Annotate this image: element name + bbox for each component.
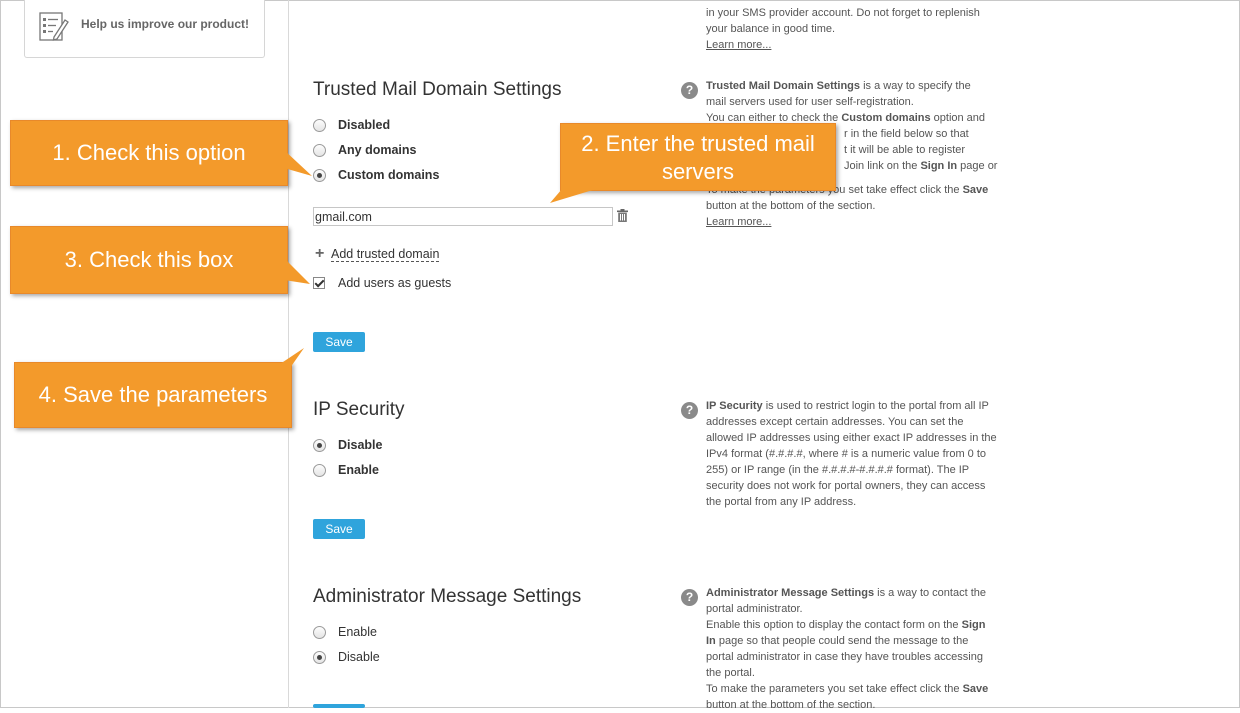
- help-line: security does not work for portal owners…: [706, 480, 986, 492]
- add-guests-option[interactable]: Add users as guests: [313, 276, 451, 290]
- radio-label: Custom domains: [338, 168, 440, 182]
- help-strong: Save: [962, 683, 989, 695]
- callout-text: 1. Check this option: [52, 140, 246, 165]
- help-text-span: is a way to contact the: [874, 587, 986, 599]
- callout-tail: [280, 348, 304, 368]
- help-icon: ?: [681, 82, 698, 99]
- radio-admin-disable[interactable]: Disable: [313, 649, 380, 665]
- sms-learn-more-link[interactable]: Learn more...: [706, 39, 771, 51]
- callout-check-box: 3. Check this box: [10, 226, 288, 294]
- admin-message-help-text: Administrator Message Settings is a way …: [706, 585, 1011, 713]
- help-strong: Save: [962, 184, 989, 196]
- radio-button[interactable]: [313, 650, 326, 664]
- callout-tail: [284, 258, 310, 284]
- trusted-domain-title: Trusted Mail Domain Settings: [313, 79, 562, 100]
- radio-label: Disabled: [338, 118, 391, 132]
- help-text-span: Join link on the: [844, 160, 921, 172]
- callout-tail: [284, 150, 312, 176]
- help-strong: Administrator Message Settings: [706, 587, 875, 599]
- trusted-domain-input[interactable]: [313, 207, 613, 226]
- help-line: 255) or IP range (in the #.#.#.#-#.#.#.#…: [706, 464, 970, 476]
- help-strong: Sign In: [920, 160, 958, 172]
- radio-button[interactable]: [313, 143, 326, 157]
- callout-check-option: 1. Check this option: [10, 120, 288, 186]
- radio-disabled[interactable]: Disabled: [313, 117, 390, 133]
- help-line: portal administrator in case they have t…: [706, 651, 983, 663]
- radio-label: Any domains: [338, 143, 417, 157]
- help-strong: IP Security: [706, 400, 763, 412]
- help-line: portal administrator.: [706, 603, 803, 615]
- help-line: button at the bottom of the section.: [706, 200, 876, 212]
- help-text-span: page or: [957, 160, 998, 172]
- add-trusted-domain-label: Add trusted domain: [331, 246, 440, 262]
- help-text-span: is used to restrict login to the portal …: [762, 400, 989, 412]
- trusted-domain-learn-more-link[interactable]: Learn more...: [706, 216, 771, 228]
- sms-help-text: in your SMS provider account. Do not for…: [706, 5, 1011, 53]
- radio-button[interactable]: [313, 463, 326, 477]
- help-line: allowed IP addresses using either exact …: [706, 432, 997, 444]
- add-guests-label: Add users as guests: [338, 276, 452, 290]
- help-text-span: is a way to specify the: [860, 80, 971, 92]
- help-strong: Sign: [961, 619, 986, 631]
- radio-any-domains[interactable]: Any domains: [313, 142, 417, 158]
- callout-text: 3. Check this box: [64, 247, 234, 272]
- trusted-domain-save-button[interactable]: Save: [313, 332, 365, 352]
- help-strong: Custom domains: [841, 112, 931, 124]
- radio-label: Disable: [338, 438, 383, 452]
- checklist-edit-icon: [39, 10, 69, 47]
- admin-message-title: Administrator Message Settings: [313, 586, 582, 607]
- ip-security-save-button[interactable]: Save: [313, 519, 365, 539]
- help-text-span: option and: [930, 112, 986, 124]
- radio-label: Enable: [338, 625, 377, 639]
- help-line: addresses except certain addresses. You …: [706, 416, 964, 428]
- help-line: the portal from any IP address.: [706, 496, 857, 508]
- sms-help-line: in your SMS provider account. Do not for…: [706, 7, 980, 19]
- add-trusted-domain-link[interactable]: + Add trusted domain: [315, 245, 440, 262]
- radio-button[interactable]: [313, 168, 326, 182]
- radio-ip-disable[interactable]: Disable: [313, 437, 382, 453]
- admin-message-save-button[interactable]: [313, 704, 365, 708]
- plus-icon: +: [315, 245, 325, 262]
- radio-button[interactable]: [313, 625, 326, 639]
- help-line: IPv4 format (#.#.#.#, where # is a numer…: [706, 448, 987, 460]
- help-strong: In: [706, 635, 716, 647]
- help-strong: Trusted Mail Domain Settings: [706, 80, 861, 92]
- callout-text: servers: [661, 159, 735, 184]
- help-line: button at the bottom of the section.: [706, 699, 876, 711]
- radio-custom-domains[interactable]: Custom domains: [313, 167, 439, 183]
- window-frame: [0, 0, 1240, 708]
- ip-security-help-text: IP Security is used to restrict login to…: [706, 398, 1011, 510]
- callout-text: 2. Enter the trusted mail: [581, 131, 815, 156]
- radio-button[interactable]: [313, 118, 326, 132]
- radio-button[interactable]: [313, 438, 326, 452]
- help-text-span: page so that people could send the messa…: [715, 635, 969, 647]
- radio-label: Disable: [338, 650, 380, 664]
- help-icon: ?: [681, 589, 698, 606]
- callout-text: 4. Save the parameters: [38, 382, 268, 407]
- add-guests-checkbox[interactable]: [313, 277, 325, 289]
- radio-label: Enable: [338, 463, 379, 477]
- callout-enter-servers: 2. Enter the trusted mail servers: [560, 123, 836, 191]
- help-text-span: Enable this option to display the contac…: [706, 619, 962, 631]
- radio-admin-enable[interactable]: Enable: [313, 624, 377, 640]
- help-line: mail servers used for user self-registra…: [706, 96, 914, 108]
- feedback-label: Help us improve our product!: [81, 17, 250, 31]
- ip-security-title: IP Security: [313, 399, 405, 420]
- sms-help-line: your balance in good time.: [706, 23, 836, 35]
- trash-icon[interactable]: [617, 209, 628, 227]
- callout-tail: [550, 189, 596, 203]
- callout-save-parameters: 4. Save the parameters: [14, 362, 292, 428]
- help-text-span: To make the parameters you set take effe…: [706, 683, 963, 695]
- help-icon: ?: [681, 402, 698, 419]
- feedback-box[interactable]: Help us improve our product!: [24, 0, 265, 58]
- help-line: the portal.: [706, 667, 755, 679]
- radio-ip-enable[interactable]: Enable: [313, 462, 379, 478]
